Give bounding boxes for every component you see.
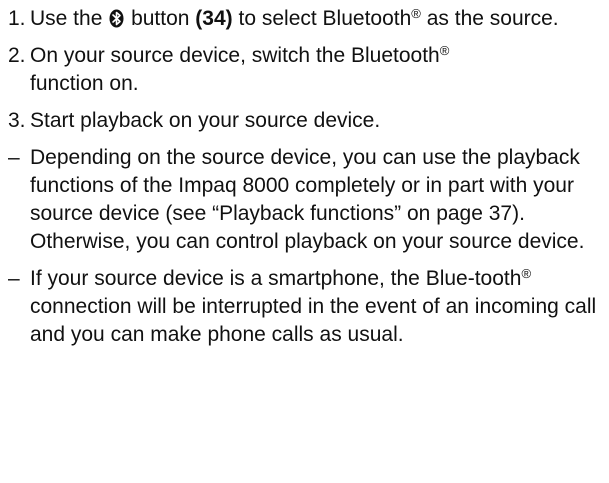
step-number: 2. bbox=[8, 44, 26, 67]
step-text-part: button bbox=[131, 7, 190, 30]
step-text-part: On your source device, switch the Blueto… bbox=[30, 44, 440, 67]
step-1: 1. Use the button (34) to select Bluetoo… bbox=[8, 5, 599, 33]
step-text-part: Use the bbox=[30, 7, 103, 30]
note-text-part: If your source device is a smartphone, t… bbox=[30, 267, 522, 290]
step-text-part: function on. bbox=[30, 72, 139, 95]
step-3: 3. Start playback on your source device. bbox=[8, 107, 599, 135]
step-number: 3. bbox=[8, 109, 26, 132]
note-2: – If your source device is a smartphone,… bbox=[8, 265, 599, 349]
note-dash: – bbox=[8, 146, 20, 169]
registered-mark: ® bbox=[521, 265, 532, 281]
note-text-part: connection will be interrupted in the ev… bbox=[30, 295, 597, 346]
registered-mark: ® bbox=[439, 42, 450, 58]
step-text: Start playback on your source device. bbox=[30, 109, 381, 132]
step-text: On your source device, switch the Blueto… bbox=[30, 42, 599, 98]
note-1: – Depending on the source device, you ca… bbox=[8, 144, 599, 256]
registered-mark: ® bbox=[411, 5, 421, 21]
step-text-part: to select Bluetooth bbox=[238, 7, 412, 30]
note-text: Depending on the source device, you can … bbox=[30, 146, 585, 253]
step-text: Use the button (34) to select Bluetooth®… bbox=[30, 5, 599, 33]
button-reference: (34) bbox=[195, 7, 233, 30]
bluetooth-icon bbox=[109, 9, 124, 28]
note-dash: – bbox=[8, 267, 20, 290]
step-text-part: as the source. bbox=[426, 7, 559, 30]
note-text: If your source device is a smartphone, t… bbox=[30, 265, 599, 349]
instruction-document: 1. Use the button (34) to select Bluetoo… bbox=[0, 0, 609, 483]
step-number: 1. bbox=[8, 7, 26, 30]
step-2: 2. On your source device, switch the Blu… bbox=[8, 42, 599, 98]
